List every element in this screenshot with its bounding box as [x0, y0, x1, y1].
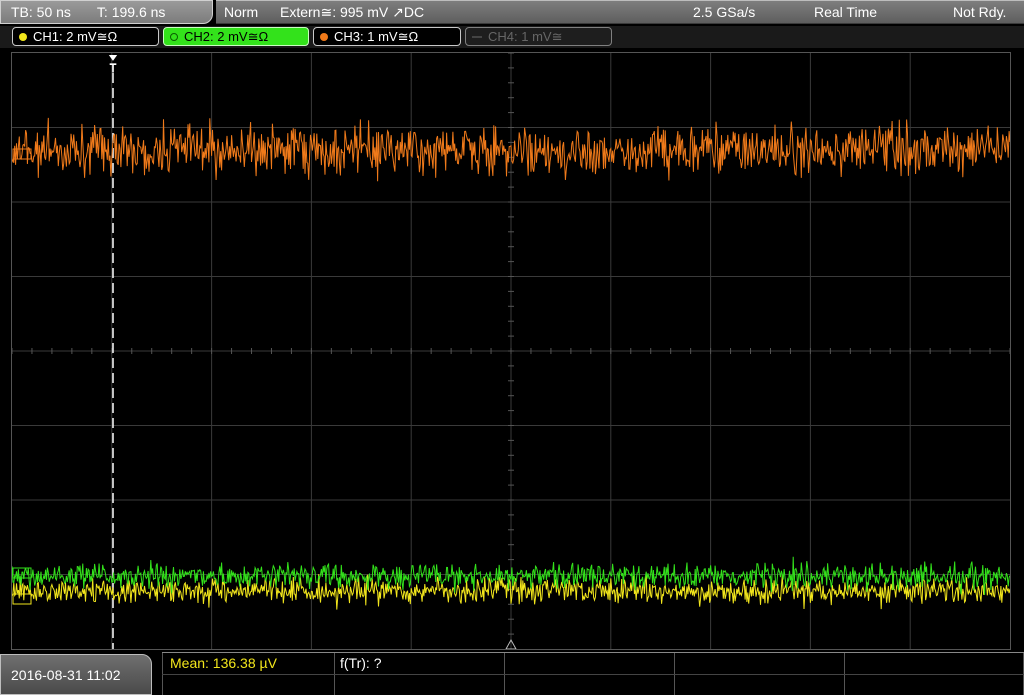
trigger-state: Not Rdy.	[953, 4, 1007, 20]
sample-rate: 2.5 GSa/s	[693, 4, 756, 20]
channel-2-button[interactable]: CH2: 2 mV≅Ω	[163, 27, 309, 46]
measurement-divider	[162, 674, 1024, 675]
trigger-time-value: T: 199.6 ns	[96, 4, 166, 20]
channel-4-indicator-icon	[472, 35, 482, 38]
channel-bar: CH1: 2 mV≅Ω CH2: 2 mV≅Ω CH3: 1 mV≅Ω CH4:…	[0, 26, 1024, 48]
channel-2-label: CH2: 2 mV≅Ω	[184, 28, 269, 44]
trigger-mode[interactable]: Norm	[224, 4, 258, 20]
datetime-panel: 2016-08-31 11:02	[0, 654, 152, 695]
timebase-value: TB: 50 ns	[11, 4, 71, 20]
measurement-panel: Mean: 136.38 µV f(Tr): ?	[162, 652, 1024, 695]
waveform-canvas	[12, 53, 1010, 649]
channel-3-button[interactable]: CH3: 1 mV≅Ω	[313, 27, 461, 46]
channel-3-label: CH3: 1 mV≅Ω	[334, 28, 419, 44]
channel-2-indicator-icon	[170, 32, 178, 41]
frequency-measurement: f(Tr): ?	[340, 655, 382, 671]
channel-1-button[interactable]: CH1: 2 mV≅Ω	[12, 27, 159, 46]
channel-1-indicator-icon	[19, 32, 27, 41]
channel-4-button[interactable]: CH4: 1 mV≅	[465, 27, 612, 46]
trigger-position-marker-icon[interactable]	[108, 53, 118, 77]
ch1-ground-marker-icon	[12, 593, 32, 605]
datetime-value: 2016-08-31 11:02	[11, 666, 121, 683]
waveform-display[interactable]	[11, 52, 1011, 650]
acquisition-mode: Real Time	[814, 4, 878, 20]
trigger-source[interactable]: Extern≅: 995 mV ↗DC	[280, 4, 424, 21]
graticule	[12, 53, 1010, 649]
timebase-panel[interactable]: TB: 50 ns T: 199.6 ns	[0, 0, 213, 24]
channel-3-indicator-icon	[320, 32, 328, 41]
mean-measurement: Mean: 136.38 µV	[170, 655, 277, 671]
oscilloscope-screen: TB: 50 ns T: 199.6 ns Norm Extern≅: 995 …	[0, 0, 1024, 695]
channel-1-label: CH1: 2 mV≅Ω	[33, 28, 118, 44]
channel-4-label: CH4: 1 mV≅	[488, 28, 563, 44]
status-bar: Norm Extern≅: 995 mV ↗DC 2.5 GSa/s Real …	[216, 0, 1024, 24]
